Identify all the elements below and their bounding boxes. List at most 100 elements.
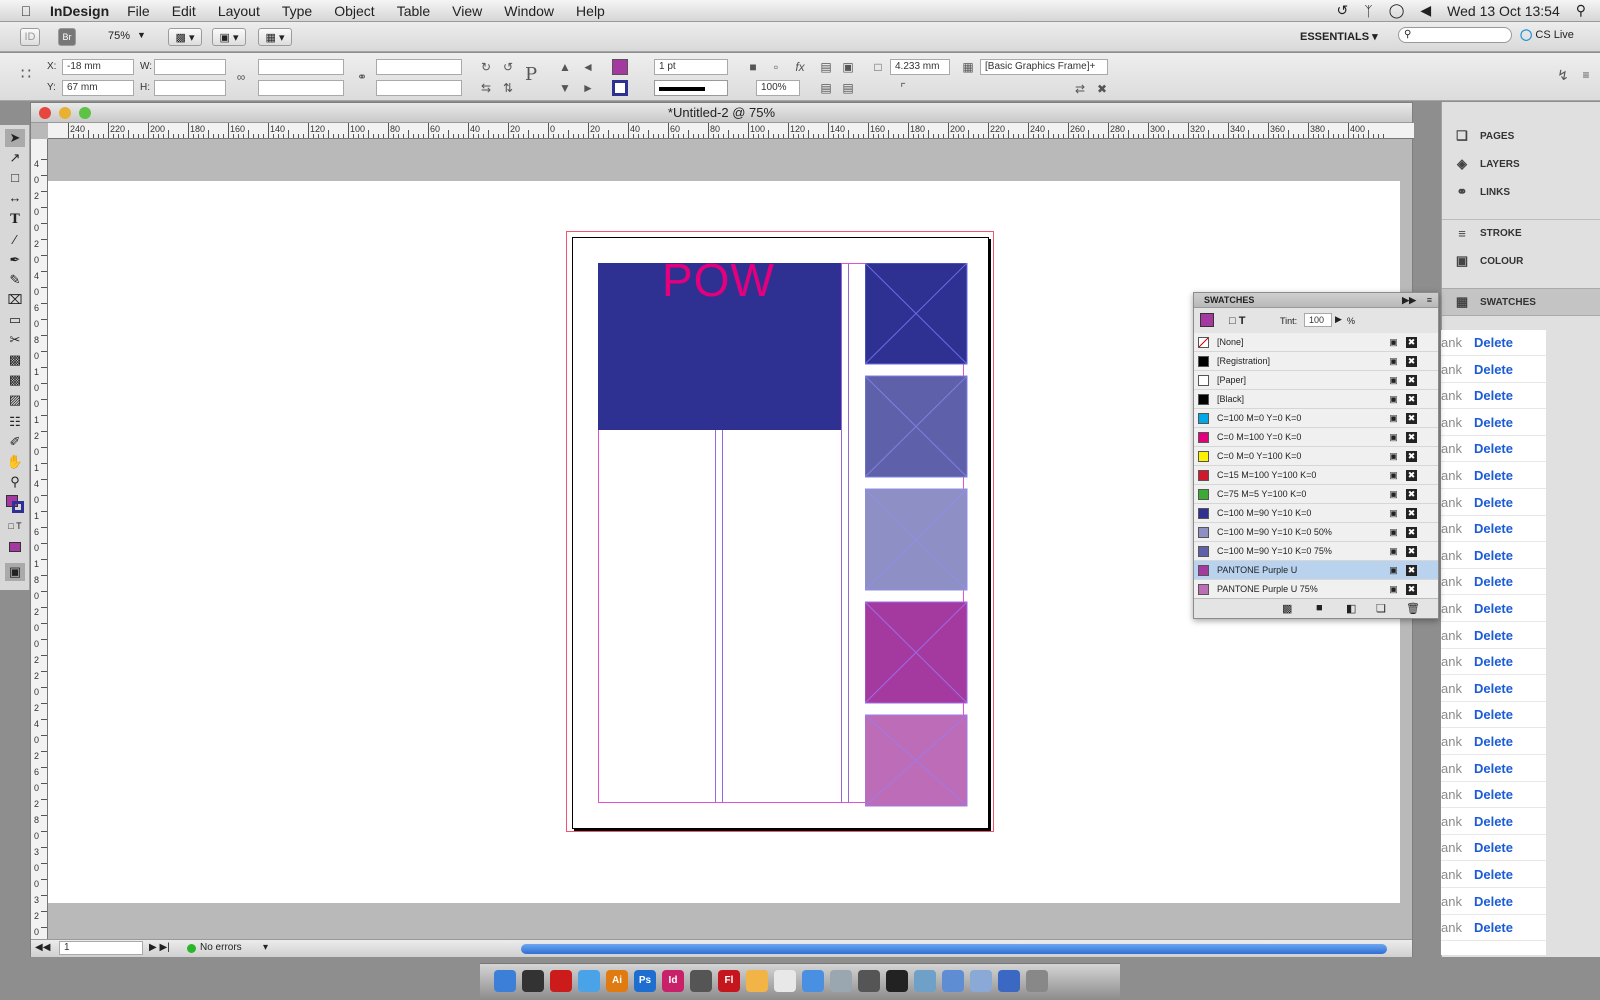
search-input[interactable]: ⚲: [1398, 27, 1512, 43]
swatch-row[interactable]: C=100 M=90 Y=10 K=0 75% ▣ ✖: [1194, 542, 1438, 561]
h-field[interactable]: [154, 80, 226, 96]
dock-icon-downloads[interactable]: [998, 970, 1020, 992]
show-all-swatches-icon[interactable]: ▩: [1282, 602, 1292, 615]
pencil-tool-icon[interactable]: ✎: [5, 271, 25, 289]
rectangle-frame-tool-icon[interactable]: ⌧: [5, 291, 25, 309]
gap-tool-icon[interactable]: ↔: [5, 189, 25, 207]
dock-icon-fl[interactable]: Fl: [718, 970, 740, 992]
object-style-dropdown[interactable]: [Basic Graphics Frame]+: [980, 59, 1108, 75]
w-field[interactable]: [154, 59, 226, 75]
select-content-icon[interactable]: ▼: [557, 80, 573, 96]
effects-icon[interactable]: ▫: [768, 59, 784, 75]
new-swatch-icon[interactable]: ❏: [1376, 602, 1386, 615]
pen-tool-icon[interactable]: ✒: [5, 251, 25, 269]
image-frame-5[interactable]: [865, 714, 968, 807]
show-gradient-swatches-icon[interactable]: ◧: [1346, 602, 1356, 615]
collapse-icon[interactable]: ▶▶: [1402, 293, 1416, 308]
image-frame-1[interactable]: [865, 263, 968, 365]
opacity-field[interactable]: 100%: [756, 80, 800, 96]
dock-icon-help[interactable]: [690, 970, 712, 992]
links-panel-tab[interactable]: ⚭ LINKS: [1442, 178, 1600, 206]
next-page-icon[interactable]: ▶ ▶|: [149, 942, 170, 953]
swatch-row[interactable]: [Paper] ▣ ✖: [1194, 371, 1438, 390]
swatch-row[interactable]: C=0 M=100 Y=0 K=0 ▣ ✖: [1194, 428, 1438, 447]
swatch-row[interactable]: PANTONE Purple U ▣ ✖: [1194, 561, 1438, 580]
minimize-button[interactable]: [59, 107, 71, 119]
zoom-level[interactable]: 75%: [108, 30, 130, 42]
delete-link[interactable]: Delete: [1474, 628, 1513, 643]
swatch-row[interactable]: C=100 M=90 Y=10 K=0 50% ▣ ✖: [1194, 523, 1438, 542]
swatch-row[interactable]: [Black] ▣ ✖: [1194, 390, 1438, 409]
swatches-panel-tab[interactable]: ▦ SWATCHES: [1442, 288, 1600, 316]
menu-window[interactable]: Window: [504, 3, 554, 19]
dock-icon-terminal[interactable]: [886, 970, 908, 992]
corner-options-icon[interactable]: ⌜: [895, 80, 911, 96]
rotate-cw-icon[interactable]: ↻: [478, 59, 494, 75]
apply-color-icon[interactable]: [5, 539, 25, 557]
scale-x-field[interactable]: [258, 59, 344, 75]
image-frame-4[interactable]: [865, 601, 968, 704]
stroke-panel-tab[interactable]: ≡ STROKE: [1442, 219, 1600, 247]
stroke-color-icon[interactable]: [12, 501, 24, 513]
scale-y-field[interactable]: [258, 80, 344, 96]
menu-help[interactable]: Help: [576, 3, 605, 19]
colour-panel-tab[interactable]: ▣ COLOUR: [1442, 247, 1600, 275]
drop-shadow-icon[interactable]: ■: [745, 59, 761, 75]
constrain-proportions-icon[interactable]: ∞: [233, 69, 249, 85]
frame-fitting-icon[interactable]: □: [870, 59, 886, 75]
swatch-row[interactable]: [None] ▣ ✖: [1194, 333, 1438, 352]
dock-icon-docs[interactable]: [970, 970, 992, 992]
gradient-feather-tool-icon[interactable]: ▨: [5, 391, 25, 409]
image-frame-column[interactable]: [865, 263, 969, 807]
dock-icon-trash[interactable]: [1026, 970, 1048, 992]
view-options-icon[interactable]: ▩ ▾: [168, 28, 202, 46]
dock-icon-fetch[interactable]: [802, 970, 824, 992]
delete-link[interactable]: Delete: [1474, 468, 1513, 483]
dock-icon-ical[interactable]: [774, 970, 796, 992]
volume-icon[interactable]: ◀: [1420, 2, 1431, 19]
app-menu[interactable]: InDesign: [50, 3, 109, 19]
delete-link[interactable]: Delete: [1474, 707, 1513, 722]
flip-h-icon[interactable]: ⇆: [478, 80, 494, 96]
show-color-swatches-icon[interactable]: ■: [1316, 602, 1323, 614]
delete-link[interactable]: Delete: [1474, 734, 1513, 749]
tint-field[interactable]: 100: [1304, 313, 1332, 327]
x-field[interactable]: -18 mm: [62, 59, 134, 75]
fx-icon[interactable]: fx: [792, 59, 808, 75]
swatch-row[interactable]: C=100 M=90 Y=10 K=0 ▣ ✖: [1194, 504, 1438, 523]
screen-mode-tool-icon[interactable]: ▣: [5, 563, 25, 581]
type-tool-icon[interactable]: T: [5, 211, 25, 229]
direct-selection-tool-icon[interactable]: ↗: [5, 149, 25, 167]
clock[interactable]: Wed 13 Oct 13:54: [1447, 3, 1560, 19]
gradient-tool-icon[interactable]: ▩: [5, 371, 25, 389]
zoom-button[interactable]: [79, 107, 91, 119]
page-number-field[interactable]: 1: [59, 941, 143, 955]
menu-view[interactable]: View: [452, 3, 482, 19]
y-field[interactable]: 67 mm: [62, 80, 134, 96]
apple-icon[interactable]: : [14, 3, 38, 19]
shear-field[interactable]: [376, 80, 462, 96]
lightning-icon[interactable]: ↯: [1555, 67, 1571, 83]
delete-link[interactable]: Delete: [1474, 388, 1513, 403]
delete-link[interactable]: Delete: [1474, 787, 1513, 802]
note-tool-icon[interactable]: ☷: [5, 413, 25, 431]
paragraph-icon[interactable]: P: [523, 66, 539, 84]
workspace-switcher[interactable]: ESSENTIALS ▾: [1300, 30, 1378, 43]
scissors-tool-icon[interactable]: ✂: [5, 331, 25, 349]
delete-link[interactable]: Delete: [1474, 681, 1513, 696]
panel-menu-icon[interactable]: ≡: [1427, 293, 1432, 308]
swatch-row[interactable]: C=75 M=5 Y=100 K=0 ▣ ✖: [1194, 485, 1438, 504]
selection-tool-icon[interactable]: ➤: [5, 129, 25, 147]
preflight-menu-icon[interactable]: ▾: [263, 942, 268, 953]
menu-object[interactable]: Object: [334, 3, 374, 19]
delete-link[interactable]: Delete: [1474, 840, 1513, 855]
vertical-ruler[interactable]: 4 0 2 0 0 2 0 4 0 6 0 8 0 1 0 0 1 2 0 1 4 0 1 6 0 1 8 0 2 0 0 2 2 0 2 4 0 2 6 0…: [31, 139, 48, 939]
gap-field[interactable]: 4.233 mm: [890, 59, 950, 75]
delete-link[interactable]: Delete: [1474, 814, 1513, 829]
headline-text[interactable]: POW: [662, 253, 775, 307]
dock-icon-finder[interactable]: [494, 970, 516, 992]
select-previous-icon[interactable]: ◄: [580, 59, 596, 75]
delete-link[interactable]: Delete: [1474, 548, 1513, 563]
tint-arrow-icon[interactable]: ▶: [1335, 314, 1342, 325]
object-style-icon[interactable]: ▦: [960, 59, 976, 75]
